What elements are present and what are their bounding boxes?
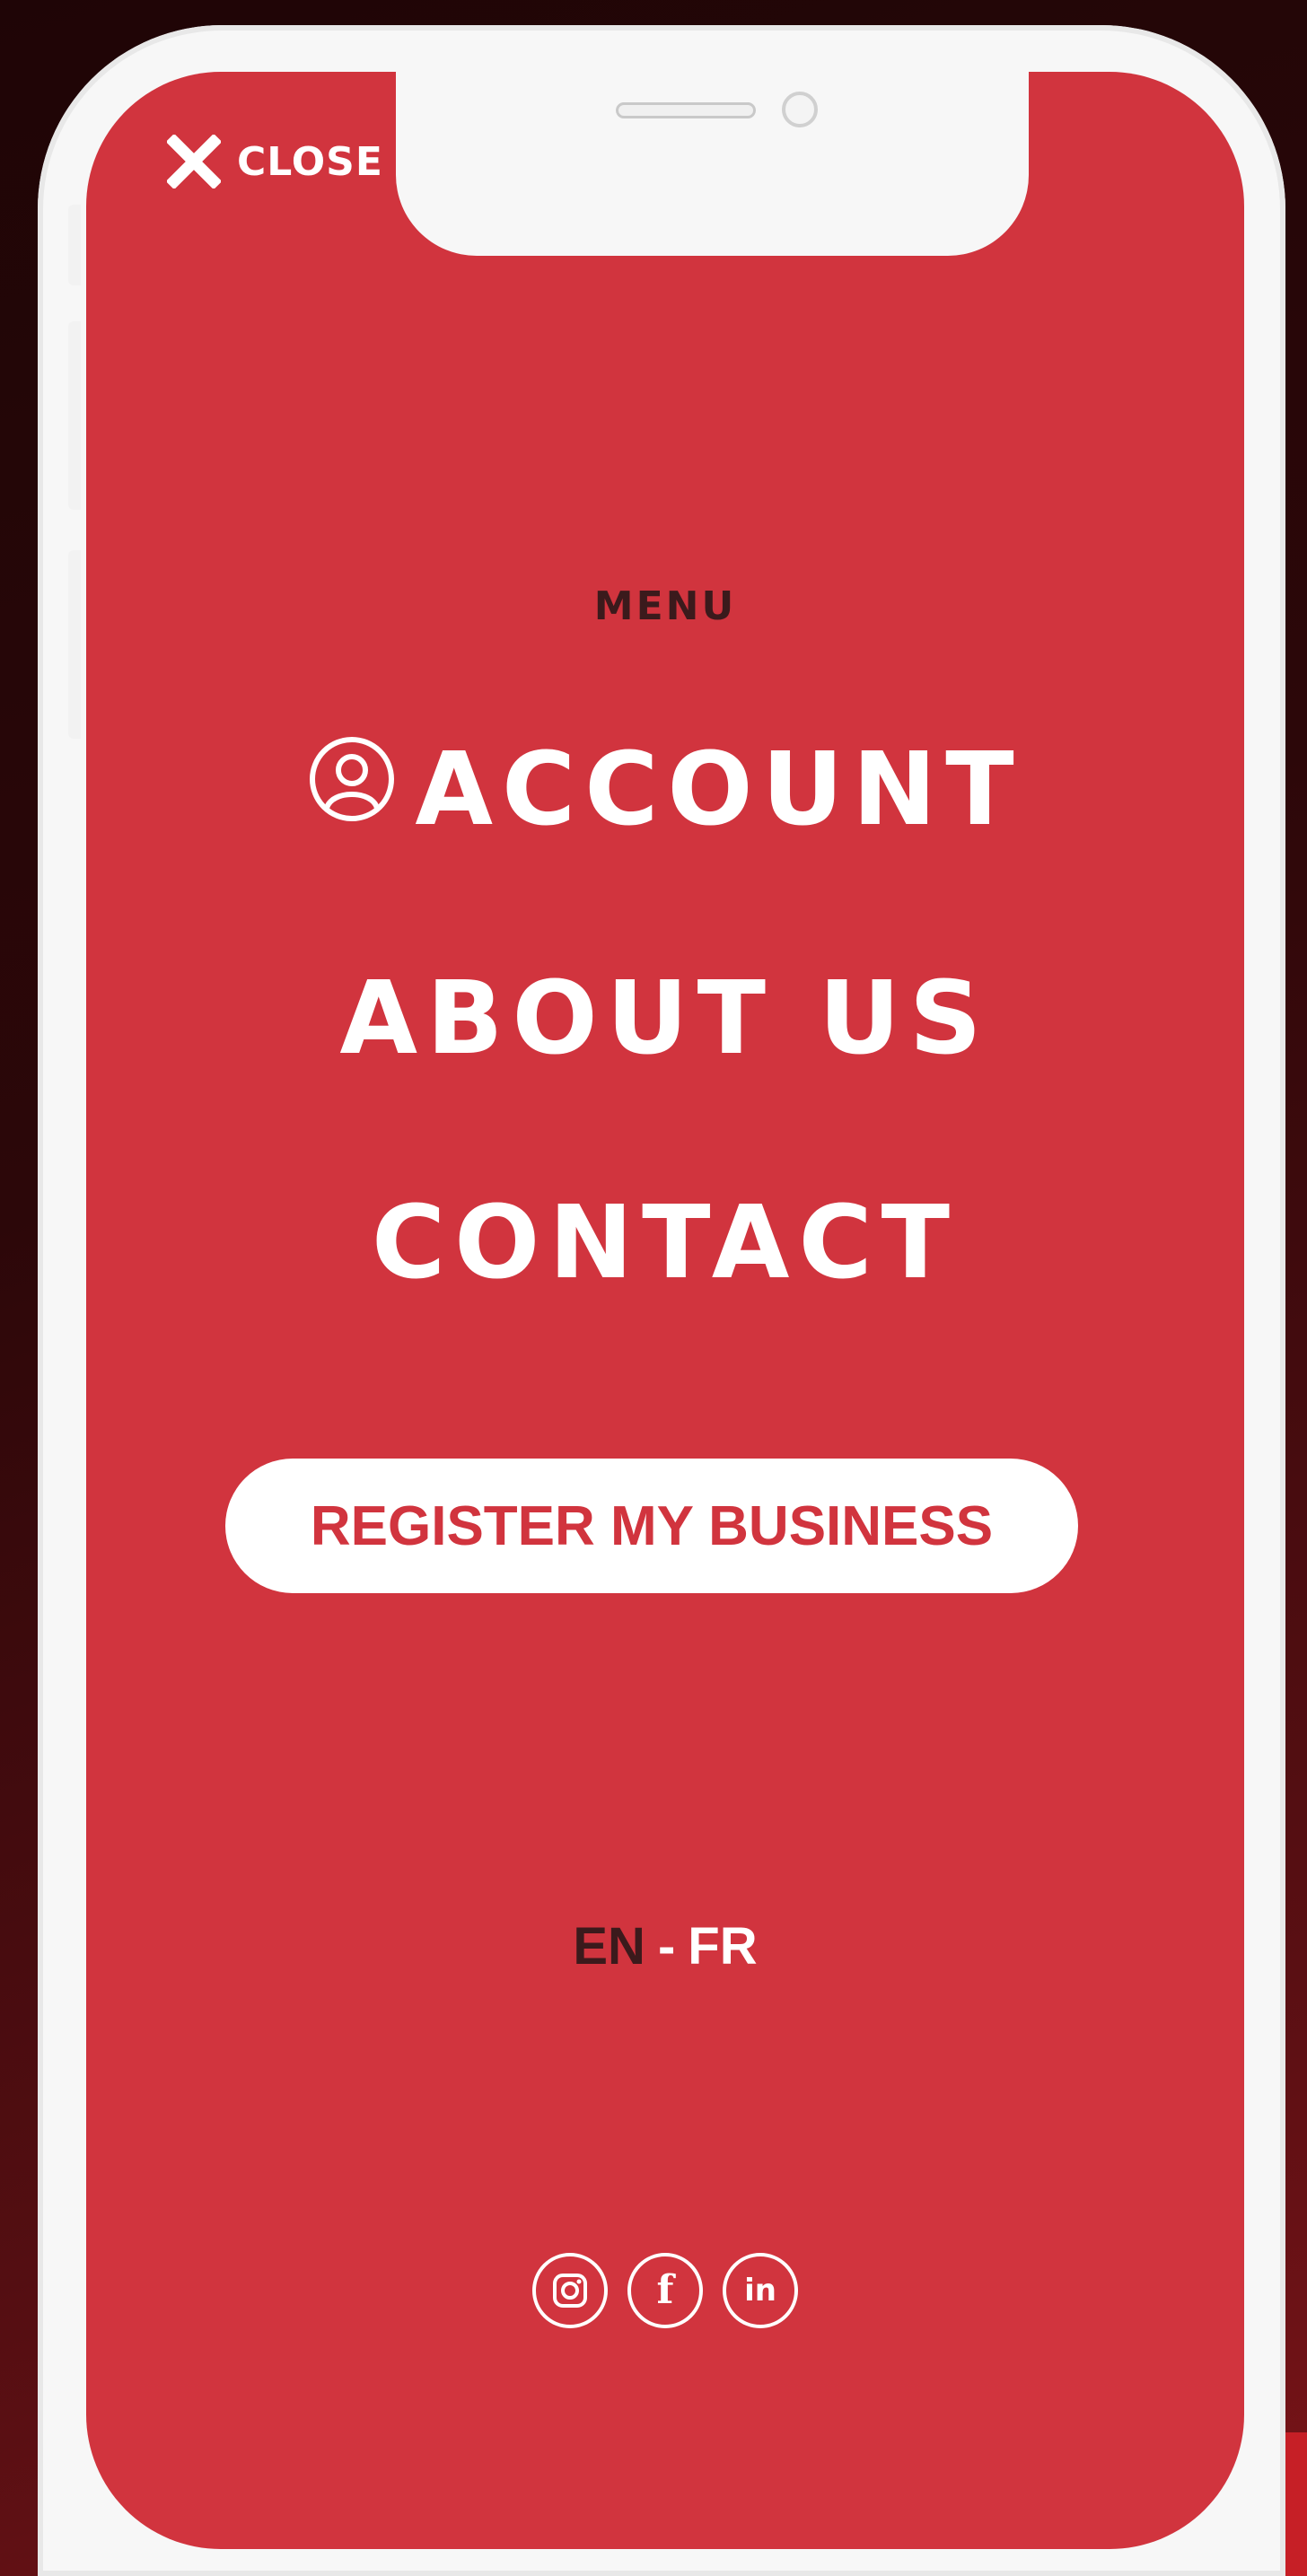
user-circle-icon — [307, 732, 397, 848]
language-separator: - — [657, 1917, 676, 1976]
social-links: f in — [86, 2253, 1244, 2328]
close-x-icon — [167, 135, 221, 188]
menu-heading: MENU — [593, 583, 737, 629]
instagram-icon[interactable] — [532, 2253, 608, 2328]
language-option-en[interactable]: EN — [573, 1917, 645, 1976]
language-option-fr[interactable]: FR — [688, 1917, 757, 1976]
linkedin-icon[interactable]: in — [723, 2253, 798, 2328]
phone-notch — [396, 72, 1029, 256]
nav-item-about-us[interactable]: ABOUT US — [86, 960, 1244, 1077]
phone-volume-down-button — [68, 550, 81, 739]
phone-mute-switch — [68, 205, 81, 285]
nav-item-account-label: ACCOUNT — [415, 732, 1023, 848]
language-switcher: EN - FR — [86, 1916, 1244, 1976]
mobile-menu-screen: CLOSE MENU ACCOUNT ABOUT US CONTACT REGI… — [86, 72, 1244, 2549]
phone-volume-up-button — [68, 321, 81, 510]
close-menu-button[interactable]: CLOSE — [167, 135, 383, 188]
facebook-glyph: f — [656, 2267, 674, 2313]
linkedin-glyph: in — [744, 2273, 776, 2309]
facebook-icon[interactable]: f — [627, 2253, 703, 2328]
register-business-button[interactable]: REGISTER MY BUSINESS — [225, 1459, 1078, 1593]
phone-speaker — [616, 102, 756, 118]
nav-item-account[interactable]: ACCOUNT — [86, 732, 1244, 848]
phone-camera — [782, 92, 818, 127]
close-menu-label: CLOSE — [237, 138, 383, 185]
nav-item-contact[interactable]: CONTACT — [86, 1185, 1244, 1301]
